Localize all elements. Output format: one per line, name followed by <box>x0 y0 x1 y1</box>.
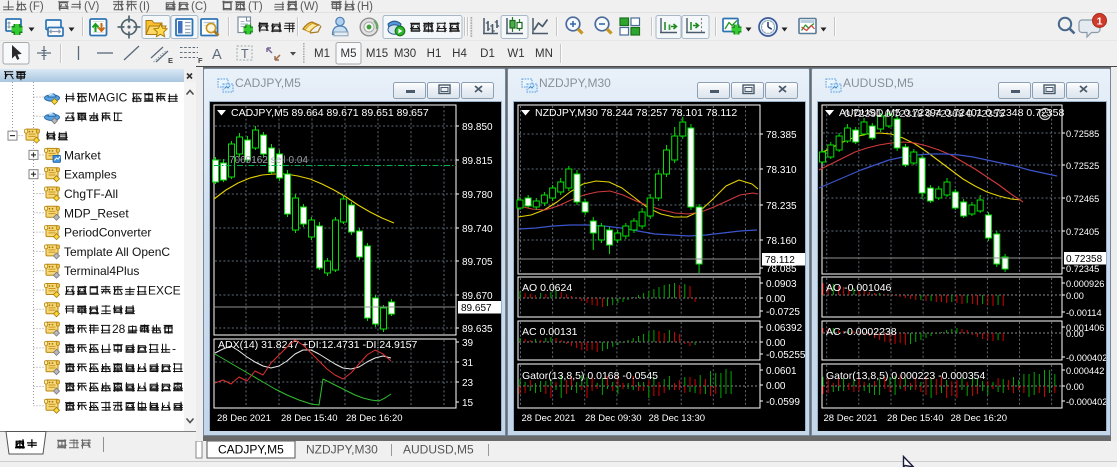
svg-text:28: 28 <box>112 322 126 336</box>
svg-text:78.385: 78.385 <box>766 130 797 141</box>
svg-text:0.000442: 0.000442 <box>1066 366 1104 376</box>
svg-text:89.670: 89.670 <box>462 291 493 302</box>
svg-text:AUDUSD,M5: AUDUSD,M5 <box>403 443 474 457</box>
svg-text:NZDJPY,M30 78.244 78.257 78.1: NZDJPY,M30 78.244 78.257 78.101 78.112 <box>535 107 737 119</box>
svg-text:(F): (F) <box>29 1 44 13</box>
svg-text:F: F <box>198 56 203 65</box>
svg-text:CADJPY,M5: CADJPY,M5 <box>218 443 284 457</box>
svg-text:0.0903: 0.0903 <box>766 279 797 290</box>
svg-text:Template All OpenC: Template All OpenC <box>64 245 170 259</box>
svg-text:28 Dec 13:30: 28 Dec 13:30 <box>649 413 706 424</box>
svg-text:Gator(13,8,5) 0.000223 -0.0003: Gator(13,8,5) 0.000223 -0.000354 <box>826 370 986 382</box>
svg-text:MAGIC: MAGIC <box>88 91 128 105</box>
svg-text:89.815: 89.815 <box>462 156 493 167</box>
svg-text:78.310: 78.310 <box>766 165 797 176</box>
svg-text:0.72391 0.72318 0.72368 0.7235: 0.72391 0.72318 0.72368 0.72355 <box>844 108 1005 120</box>
svg-text:AC 0.00131: AC 0.00131 <box>522 326 578 338</box>
svg-text:-: - <box>172 341 176 355</box>
svg-text:0.000926: 0.000926 <box>1066 279 1104 289</box>
svg-text:78.235: 78.235 <box>766 201 797 212</box>
svg-text:-0.000402: -0.000402 <box>1066 353 1106 363</box>
svg-text:23: 23 <box>462 378 474 389</box>
svg-text:78.160: 78.160 <box>766 236 797 247</box>
svg-text:7069162 sell 0.04: 7069162 sell 0.04 <box>229 155 308 166</box>
svg-text:M5: M5 <box>341 48 357 60</box>
svg-text:-0.0725: -0.0725 <box>766 307 800 318</box>
svg-text:28 Dec 09:30: 28 Dec 09:30 <box>585 413 642 424</box>
svg-text:0.0601: 0.0601 <box>766 366 797 377</box>
svg-text:28 Dec 15:40: 28 Dec 15:40 <box>281 413 338 424</box>
svg-text:D1: D1 <box>480 48 495 60</box>
svg-text:M15: M15 <box>366 48 388 60</box>
svg-text:PeriodConverter: PeriodConverter <box>64 226 151 240</box>
svg-text:0.00: 0.00 <box>766 294 786 305</box>
svg-text:-0.05255: -0.05255 <box>766 350 805 361</box>
svg-text:0.72525: 0.72525 <box>1066 161 1099 171</box>
svg-text:1: 1 <box>1097 15 1103 27</box>
svg-text:0.00: 0.00 <box>1066 291 1084 301</box>
svg-text:ChgTF-All: ChgTF-All <box>64 187 118 201</box>
svg-text:28 Dec 2021: 28 Dec 2021 <box>217 413 271 424</box>
svg-text:89.740: 89.740 <box>462 224 493 235</box>
svg-text:(T): (T) <box>248 1 263 13</box>
svg-text:AC -0.0002238: AC -0.0002238 <box>826 326 897 338</box>
svg-text:15: 15 <box>462 398 474 409</box>
svg-text:(I): (I) <box>139 1 150 13</box>
svg-text:-0.000402: -0.000402 <box>1066 397 1106 407</box>
svg-text:0.72585: 0.72585 <box>1066 129 1099 139</box>
svg-text:0.72358: 0.72358 <box>1066 254 1103 265</box>
svg-text:(V): (V) <box>84 1 100 13</box>
svg-text:NZDJPY,M30: NZDJPY,M30 <box>306 443 378 457</box>
svg-text:W1: W1 <box>507 48 524 60</box>
svg-text:Gator(13,8,5) 0.0168 -0.0545: Gator(13,8,5) 0.0168 -0.0545 <box>522 370 658 382</box>
svg-text:EXCE: EXCE <box>148 284 181 298</box>
svg-text:AO 0.0624: AO 0.0624 <box>522 282 572 294</box>
svg-text:89.657: 89.657 <box>461 303 492 314</box>
svg-text:AO -0.001046: AO -0.001046 <box>826 282 892 294</box>
svg-text:H4: H4 <box>452 48 467 60</box>
svg-text:CADJPY,M5 89.664 89.671 89.65: CADJPY,M5 89.664 89.671 89.651 89.657 <box>231 107 429 119</box>
svg-text:28 Dec 16:20: 28 Dec 16:20 <box>951 413 1008 424</box>
svg-text:Examples: Examples <box>64 168 117 182</box>
svg-text:A: A <box>212 47 222 63</box>
svg-text:(H): (H) <box>357 1 373 13</box>
svg-text:ADX(14) 31.8247 +DI:12.4731 -D: ADX(14) 31.8247 +DI:12.4731 -DI:24.9157 <box>218 339 418 351</box>
svg-text:-0.00114: -0.00114 <box>1066 308 1102 318</box>
svg-text:89.635: 89.635 <box>462 324 493 335</box>
svg-text:E: E <box>168 56 173 65</box>
svg-text:0.00: 0.00 <box>766 338 786 349</box>
svg-text:89.850: 89.850 <box>462 122 493 133</box>
svg-text:H1: H1 <box>427 48 442 60</box>
svg-text:(W): (W) <box>300 1 319 13</box>
svg-text:28 Dec 16:20: 28 Dec 16:20 <box>346 413 403 424</box>
svg-text:Terminal4Plus: Terminal4Plus <box>64 264 139 278</box>
svg-text:89.780: 89.780 <box>462 190 493 201</box>
svg-text:T: T <box>241 47 249 61</box>
svg-text:89.705: 89.705 <box>462 257 493 268</box>
svg-text:31: 31 <box>462 358 474 369</box>
svg-text:-0.0599: -0.0599 <box>766 397 800 408</box>
svg-text:Market: Market <box>64 148 101 162</box>
svg-text:0.00: 0.00 <box>766 381 786 392</box>
svg-text:39: 39 <box>462 338 474 349</box>
svg-text:MDP_Reset: MDP_Reset <box>64 206 129 220</box>
svg-text:0.06392: 0.06392 <box>766 323 803 334</box>
svg-text:(C): (C) <box>191 1 207 13</box>
svg-text:0.00: 0.00 <box>1066 329 1084 339</box>
svg-text:78.112: 78.112 <box>765 255 795 266</box>
svg-text:M1: M1 <box>314 48 330 60</box>
svg-text:M30: M30 <box>394 48 416 60</box>
svg-text:MN: MN <box>535 48 553 60</box>
svg-text:0.72465: 0.72465 <box>1066 194 1099 204</box>
svg-text:0.00: 0.00 <box>1066 382 1084 392</box>
svg-text:0.72405: 0.72405 <box>1066 227 1099 237</box>
svg-text:28 Dec 2021: 28 Dec 2021 <box>522 413 576 424</box>
svg-text:0.72345: 0.72345 <box>1066 264 1099 274</box>
svg-text:28 Dec 15:40: 28 Dec 15:40 <box>887 413 944 424</box>
svg-text:28 Dec 2021: 28 Dec 2021 <box>824 413 878 424</box>
